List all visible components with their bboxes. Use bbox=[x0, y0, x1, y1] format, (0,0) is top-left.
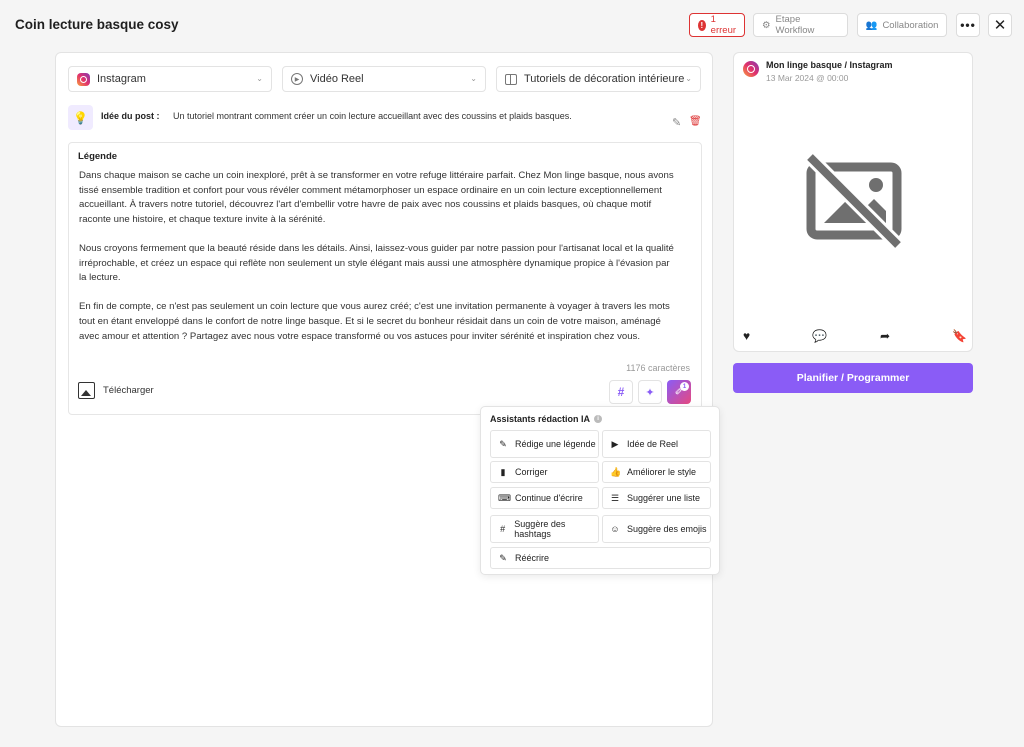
preview-date: 13 Mar 2024 @ 00:00 bbox=[766, 73, 849, 83]
idea-text: Un tutoriel montrant comment créer un co… bbox=[173, 111, 572, 121]
gears-icon: ⚙ bbox=[762, 19, 771, 31]
error-label: 1 erreur bbox=[710, 14, 737, 36]
play-icon: ▶ bbox=[291, 73, 303, 85]
button-label: Suggérer une liste bbox=[627, 493, 701, 503]
comment-icon: 💬 bbox=[812, 329, 827, 343]
instagram-icon bbox=[743, 61, 759, 77]
suggest-hashtags-button[interactable]: # Suggère des hashtags bbox=[490, 515, 599, 543]
hashtag-icon: # bbox=[500, 524, 506, 534]
more-options-button[interactable]: ••• bbox=[956, 13, 980, 37]
button-label: Idée de Reel bbox=[627, 439, 679, 449]
pencil-icon: ✎ bbox=[499, 439, 507, 449]
button-label: Suggère des hashtags bbox=[514, 519, 566, 539]
caption-paragraph: Nous croyons fermement que la beauté rés… bbox=[79, 242, 674, 284]
chevron-down-icon: ⌄ bbox=[470, 74, 477, 83]
suggest-list-button[interactable]: ☰ Suggérer une liste bbox=[602, 487, 711, 509]
ai-menu-title: Assistants rédaction IA i bbox=[490, 414, 603, 424]
upload-label: Télécharger bbox=[103, 385, 154, 396]
format-select-value: Vidéo Reel bbox=[310, 73, 364, 85]
caption-paragraph: Dans chaque maison se cache un coin inex… bbox=[79, 170, 674, 225]
no-image-icon bbox=[806, 153, 902, 249]
network-select-value: Instagram bbox=[97, 73, 146, 85]
write-caption-button[interactable]: ✎ Rédige une légende bbox=[490, 430, 599, 458]
list-icon: ☰ bbox=[610, 493, 620, 503]
book-icon: ▮ bbox=[500, 467, 506, 477]
caption-editor[interactable]: Légende Dans chaque maison se cache un c… bbox=[68, 142, 702, 415]
suggest-emojis-button[interactable]: ☺ Suggère des emojis bbox=[602, 515, 711, 543]
network-select[interactable]: Instagram ⌄ bbox=[68, 66, 272, 92]
lightbulb-icon: 💡 bbox=[68, 105, 93, 130]
character-count: 1176 caractères bbox=[626, 363, 690, 373]
post-idea: 💡 Idée du post : Un tutoriel montrant co… bbox=[68, 105, 702, 131]
schedule-button[interactable]: Planifier / Programmer bbox=[733, 363, 973, 393]
reel-idea-button[interactable]: ▶ Idée de Reel bbox=[602, 430, 711, 458]
continue-writing-button[interactable]: ⌨ Continue d'écrire bbox=[490, 487, 599, 509]
smiley-icon: ☺ bbox=[610, 524, 620, 534]
preview-actions: ♥ 💬 ➦ 🔖 bbox=[734, 329, 974, 345]
pencil-icon[interactable]: ✎ bbox=[672, 116, 681, 129]
heart-icon: ♥ bbox=[743, 329, 751, 343]
instagram-icon bbox=[77, 72, 90, 86]
idea-label: Idée du post : bbox=[101, 111, 160, 121]
users-icon: 👥 bbox=[865, 19, 878, 31]
caption-paragraph: En fin de compte, ce n'est pas seulement… bbox=[79, 301, 670, 342]
trash-icon[interactable]: 🗑 bbox=[689, 116, 702, 127]
button-label: Corriger bbox=[515, 467, 548, 477]
chevron-down-icon: ⌄ bbox=[685, 74, 692, 83]
button-label: Continue d'écrire bbox=[515, 493, 583, 503]
share-icon: ➦ bbox=[880, 329, 891, 343]
magic-wand-button[interactable]: ✦ bbox=[638, 380, 662, 404]
info-icon[interactable]: i bbox=[594, 415, 603, 423]
category-select[interactable]: Tutoriels de décoration intérieure ⌄ bbox=[496, 66, 701, 92]
book-icon bbox=[505, 73, 517, 85]
format-select[interactable]: ▶ Vidéo Reel ⌄ bbox=[282, 66, 486, 92]
play-icon: ▶ bbox=[611, 439, 619, 449]
workflow-button[interactable]: ⚙ Etape Workflow bbox=[753, 13, 848, 37]
ai-menu-title-text: Assistants rédaction IA bbox=[490, 414, 591, 424]
preview-account-name: Mon linge basque / Instagram bbox=[766, 60, 893, 70]
rewrite-button[interactable]: ✎ Réécrire bbox=[490, 547, 711, 569]
collaboration-label: Collaboration bbox=[882, 19, 939, 31]
pencil-icon: ✎ bbox=[499, 553, 507, 563]
caption-text[interactable]: Dans chaque maison se cache un coin inex… bbox=[79, 169, 679, 359]
button-label: Améliorer le style bbox=[627, 467, 697, 477]
caption-label: Légende bbox=[78, 151, 118, 162]
button-label: Suggère des emojis bbox=[627, 524, 707, 534]
button-label: Rédige une légende bbox=[515, 439, 596, 449]
workflow-label: Etape Workflow bbox=[775, 14, 815, 36]
upload-button[interactable]: Télécharger bbox=[78, 382, 154, 399]
hashtag-button[interactable]: # bbox=[609, 380, 633, 404]
ai-assistant-menu: Assistants rédaction IA i ✎ Rédige une l… bbox=[480, 406, 720, 575]
post-editor-card: Instagram ⌄ ▶ Vidéo Reel ⌄ Tutoriels de … bbox=[55, 52, 713, 727]
error-button[interactable]: ! 1 erreur bbox=[689, 13, 745, 37]
keyboard-icon: ⌨ bbox=[498, 493, 511, 503]
ai-assistant-button[interactable]: ✐ 1 bbox=[667, 380, 691, 404]
page-title: Coin lecture basque cosy bbox=[15, 17, 179, 32]
image-upload-icon bbox=[78, 382, 95, 399]
category-select-value: Tutoriels de décoration intérieure bbox=[524, 73, 685, 85]
collaboration-button[interactable]: 👥 Collaboration bbox=[857, 13, 947, 37]
button-label: Réécrire bbox=[515, 553, 550, 563]
bookmark-icon: 🔖 bbox=[952, 329, 967, 343]
instagram-preview: Mon linge basque / Instagram 13 Mar 2024… bbox=[733, 52, 973, 352]
thumbs-up-icon: 👍 bbox=[610, 467, 622, 477]
top-bar: Coin lecture basque cosy ! 1 erreur ⚙ Et… bbox=[0, 0, 1024, 50]
correct-button[interactable]: ▮ Corriger bbox=[490, 461, 599, 483]
error-icon: ! bbox=[698, 19, 706, 31]
improve-style-button[interactable]: 👍 Améliorer le style bbox=[602, 461, 711, 483]
chevron-down-icon: ⌄ bbox=[256, 74, 263, 83]
notification-badge: 1 bbox=[680, 382, 689, 391]
close-button[interactable]: ✕ bbox=[988, 13, 1012, 37]
